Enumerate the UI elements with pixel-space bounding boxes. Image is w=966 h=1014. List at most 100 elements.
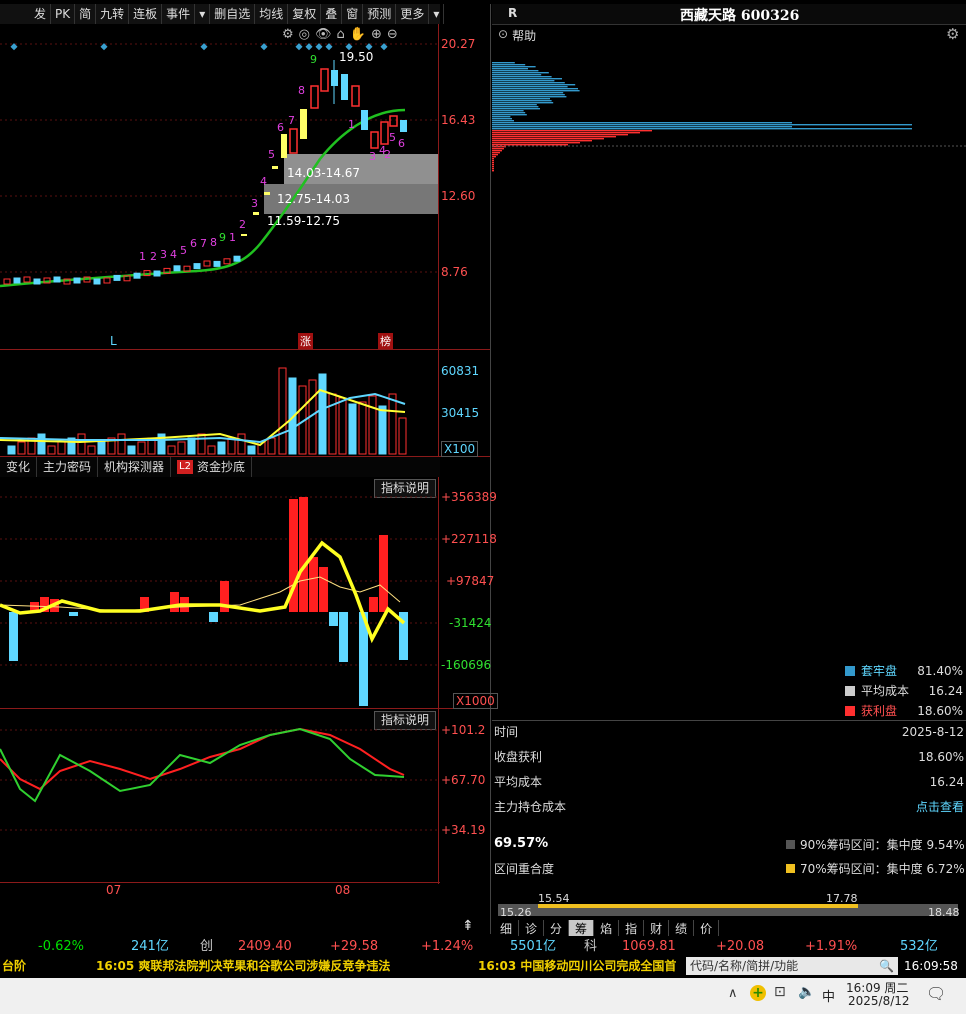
legend-profit: 获利盘 18.60% bbox=[845, 702, 963, 719]
kdj-tick: +67.70 bbox=[441, 773, 486, 787]
ticker-item: 创 bbox=[200, 939, 214, 954]
chip-bar bbox=[492, 112, 526, 114]
chip-bar bbox=[492, 146, 506, 148]
toolbar-item[interactable]: 删自选 bbox=[210, 4, 256, 24]
price-tick: 12.60 bbox=[441, 189, 476, 203]
news-bar: 台阶 16:05 爽联邦法院判决苹果和谷歌公司涉嫌反竞争违法 16:03 中国移… bbox=[0, 956, 966, 976]
svg-text:5: 5 bbox=[389, 131, 396, 144]
scroll-top-icon[interactable]: ⇞ bbox=[462, 918, 474, 934]
kdj-chart[interactable] bbox=[0, 709, 438, 882]
volume-icon[interactable]: 🔈 bbox=[798, 984, 815, 1000]
c70-range: 70%筹码区间：集中度 6.72% bbox=[786, 860, 965, 877]
taskbar-date[interactable]: 2025/8/12 bbox=[848, 994, 910, 1008]
toolbar-item[interactable]: 事件 bbox=[162, 4, 196, 24]
chip-range-bar-70 bbox=[538, 904, 858, 908]
toolbar-item[interactable]: 发 bbox=[0, 4, 52, 24]
help-link[interactable]: ⊙ 帮助 bbox=[498, 27, 536, 44]
toolbar-item[interactable]: 九转 bbox=[96, 4, 130, 24]
legend-avg-cost: 平均成本 16.24 bbox=[845, 682, 963, 699]
chip-bar bbox=[492, 170, 494, 172]
app-tray-icon[interactable]: + bbox=[750, 985, 766, 1001]
search-box[interactable]: 代码/名称/简拼/功能 🔍 bbox=[686, 957, 898, 975]
tab-main-password[interactable]: 主力密码 bbox=[37, 457, 99, 477]
small-candle bbox=[203, 260, 211, 267]
chip-bar bbox=[492, 102, 554, 104]
volume-bar bbox=[97, 441, 106, 455]
svg-text:8: 8 bbox=[210, 236, 217, 249]
chip-bar bbox=[492, 144, 568, 146]
volume-bar bbox=[197, 433, 206, 455]
marker-list[interactable]: 榜 bbox=[378, 333, 393, 349]
range-label: 12.75-14.03 bbox=[277, 192, 351, 206]
chip-bar bbox=[492, 128, 912, 130]
month-label: 08 bbox=[335, 883, 351, 897]
ime-indicator[interactable]: 中 bbox=[822, 986, 835, 1005]
svg-text:3: 3 bbox=[369, 150, 376, 163]
svg-text:1: 1 bbox=[229, 231, 236, 244]
toolbar-item[interactable]: ▾ bbox=[429, 4, 445, 24]
toolbar-item[interactable]: 预测 bbox=[363, 4, 397, 24]
svg-text:6: 6 bbox=[398, 137, 405, 150]
row-main-cost: 主力持仓成本 点击查看 bbox=[494, 796, 964, 818]
chip-bar bbox=[492, 76, 552, 78]
tab-institution-detector[interactable]: 机构探测器 bbox=[98, 457, 172, 477]
news-item[interactable]: 16:05 爽联邦法院判决苹果和谷歌公司涉嫌反竞争违法 bbox=[96, 956, 390, 976]
svg-text:1: 1 bbox=[139, 250, 146, 263]
toolbar-item[interactable]: 复权 bbox=[288, 4, 322, 24]
svg-text:6: 6 bbox=[190, 237, 197, 250]
volume-bar bbox=[358, 401, 367, 455]
toolbar-item[interactable]: 叠 bbox=[321, 4, 343, 24]
chip-bar bbox=[492, 72, 549, 74]
search-icon[interactable]: 🔍 bbox=[879, 956, 898, 976]
td-count-green: 9 bbox=[310, 53, 317, 66]
candlestick-chart[interactable]: 123 4 56 781 234 567 813 45 6 9 9 2 bbox=[0, 24, 438, 349]
legend-swatch bbox=[845, 705, 855, 716]
chip-bar bbox=[492, 94, 565, 96]
click-view-link[interactable]: 点击查看 bbox=[916, 796, 964, 818]
toolbar-item[interactable]: PK bbox=[51, 4, 76, 24]
network-icon[interactable]: ⊡ bbox=[774, 984, 786, 1000]
chip-bar bbox=[492, 82, 565, 84]
stock-title: 西藏天路 600326 bbox=[680, 8, 800, 24]
chip-bar bbox=[492, 110, 524, 112]
tab-fund-bottom-label: 资金抄底 bbox=[196, 460, 245, 474]
volume-bar bbox=[117, 433, 126, 455]
news-item[interactable]: 16:03 中国移动四川公司完成全国首 bbox=[478, 956, 686, 976]
kdj-tick: +101.2 bbox=[441, 723, 486, 737]
notification-icon[interactable]: 🗨 bbox=[926, 984, 946, 1003]
tab-fund-bottom[interactable]: L2 资金抄底 bbox=[171, 457, 252, 477]
volume-bar bbox=[47, 445, 56, 455]
toolbar-item[interactable]: 更多 bbox=[396, 4, 430, 24]
tab-change[interactable]: 变化 bbox=[0, 457, 38, 477]
chip-distribution-chart[interactable] bbox=[492, 50, 966, 180]
money-flow-chart[interactable] bbox=[0, 477, 438, 708]
toolbar-item[interactable]: 连板 bbox=[129, 4, 163, 24]
chip-bar bbox=[492, 134, 628, 136]
volume-tick: 60831 bbox=[441, 364, 480, 378]
volume-bar bbox=[87, 445, 96, 455]
toolbar-item[interactable]: ▾ bbox=[195, 4, 211, 24]
small-candle bbox=[73, 277, 81, 284]
toolbar-item[interactable]: 窗 bbox=[342, 4, 364, 24]
marker-limit-up[interactable]: 涨 bbox=[298, 333, 313, 349]
svg-text:2: 2 bbox=[150, 250, 157, 263]
chip-bar bbox=[492, 88, 578, 90]
svg-text:4: 4 bbox=[260, 175, 267, 188]
gear-icon[interactable]: ⚙ bbox=[946, 25, 959, 43]
toolbar-item[interactable]: 均线 bbox=[255, 4, 289, 24]
volume-chart[interactable] bbox=[0, 350, 438, 456]
volume-bar bbox=[7, 445, 16, 455]
small-candle bbox=[173, 265, 181, 272]
news-left[interactable]: 台阶 bbox=[2, 956, 26, 976]
toolbar-item[interactable]: 简 bbox=[75, 4, 97, 24]
volume-bar bbox=[17, 441, 26, 455]
flow-tick: +356389 bbox=[441, 490, 497, 504]
chip-bar bbox=[492, 120, 514, 122]
help-icon: ⊙ bbox=[498, 27, 509, 41]
range-label: 14.03-14.67 bbox=[287, 166, 361, 180]
volume-tick: 30415 bbox=[441, 406, 480, 420]
volume-bar bbox=[207, 445, 216, 455]
ticker-item: -0.62% bbox=[38, 939, 84, 954]
small-candle bbox=[223, 258, 231, 265]
tray-expand-icon[interactable]: ∧ bbox=[728, 986, 738, 1001]
